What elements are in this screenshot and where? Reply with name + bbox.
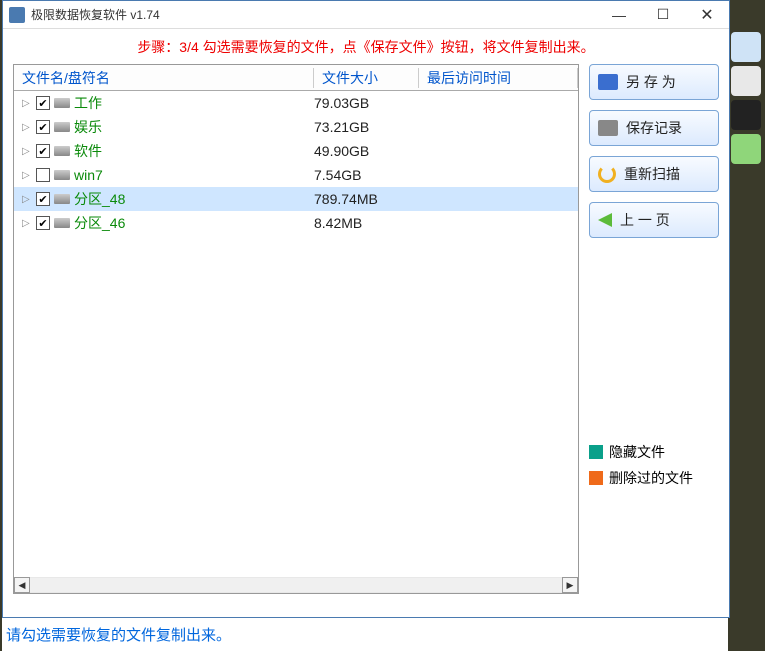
expand-icon[interactable]: ▷ [22,98,32,109]
expand-icon[interactable]: ▷ [22,146,32,157]
save-icon [598,74,618,90]
drive-icon [54,146,70,156]
table-row[interactable]: ▷ ✔ 分区_48 789.74MB [14,187,578,211]
rescan-label: 重新扫描 [624,164,680,184]
tray-icon-qq[interactable] [731,100,761,130]
drive-icon [54,98,70,108]
row-name: 工作 [74,93,102,113]
legend-hidden: 隐藏文件 [589,442,719,462]
legend-deleted: 删除过的文件 [589,468,719,488]
save-as-button[interactable]: 另 存 为 [589,64,719,100]
horizontal-scrollbar[interactable]: ◀ ▶ [14,577,578,593]
expand-icon[interactable]: ▷ [22,194,32,205]
back-button[interactable]: 上 一 页 [589,202,719,238]
step-message: 步骤：3/4 勾选需要恢复的文件，点《保存文件》按钮，将文件复制出来。 [137,37,594,57]
drive-icon [54,218,70,228]
row-checkbox[interactable]: ✔ [36,216,50,230]
save-log-button[interactable]: 保存记录 [589,110,719,146]
tray-icon-1[interactable] [731,32,761,62]
status-bar: 请勾选需要恢复的文件复制出来。 [2,618,728,651]
side-panel: 另 存 为 保存记录 重新扫描 上 一 页 隐藏文件 [589,64,719,594]
window-title: 极限数据恢复软件 v1.74 [31,6,597,23]
table-row[interactable]: ▷ ✔ 分区_46 8.42MB [14,211,578,235]
legend-deleted-label: 删除过的文件 [609,468,693,488]
app-icon [9,7,25,23]
column-headers: 文件名/盘符名 文件大小 最后访问时间 [14,65,578,91]
legend-deleted-swatch [589,471,603,485]
camera-icon [598,120,618,136]
scroll-left-icon[interactable]: ◀ [14,577,30,593]
rescan-button[interactable]: 重新扫描 [589,156,719,192]
drive-icon [54,170,70,180]
row-checkbox[interactable]: ✔ [36,96,50,110]
file-list-pane: 文件名/盘符名 文件大小 最后访问时间 ▷ ✔ 工作 79.03GB ▷ ✔ 娱乐 73.21… [13,64,579,594]
rescan-icon [598,165,616,183]
row-size: 789.74MB [314,191,419,207]
table-row[interactable]: ▷ ✔ 工作 79.03GB [14,91,578,115]
maximize-button[interactable]: ☐ [641,1,685,29]
row-name: 娱乐 [74,117,102,137]
legend: 隐藏文件 删除过的文件 [589,436,719,494]
save-log-label: 保存记录 [626,118,682,138]
tray-icon-4[interactable] [731,134,761,164]
scroll-right-icon[interactable]: ▶ [562,577,578,593]
row-checkbox[interactable]: ✔ [36,144,50,158]
desktop-tray [731,28,765,164]
legend-hidden-label: 隐藏文件 [609,442,665,462]
file-rows: ▷ ✔ 工作 79.03GB ▷ ✔ 娱乐 73.21GB ▷ ✔ 软件 49.90GB ▷ win7 7.… [14,91,578,577]
app-window: 极限数据恢复软件 v1.74 — ☐ ✕ 步骤：3/4 勾选需要恢复的文件，点《… [2,0,730,618]
row-size: 8.42MB [314,215,419,231]
row-size: 73.21GB [314,119,419,135]
col-name[interactable]: 文件名/盘符名 [14,68,314,88]
row-name: 分区_48 [74,189,125,209]
expand-icon[interactable]: ▷ [22,122,32,133]
row-checkbox[interactable]: ✔ [36,192,50,206]
scroll-track[interactable] [30,578,562,592]
tray-icon-2[interactable] [731,66,761,96]
row-size: 7.54GB [314,167,419,183]
row-size: 49.90GB [314,143,419,159]
back-arrow-icon [598,213,612,227]
drive-icon [54,122,70,132]
table-row[interactable]: ▷ win7 7.54GB [14,163,578,187]
row-checkbox[interactable]: ✔ [36,120,50,134]
titlebar: 极限数据恢复软件 v1.74 — ☐ ✕ [3,1,729,29]
window-controls: — ☐ ✕ [597,1,729,29]
col-size[interactable]: 文件大小 [314,68,419,88]
col-access[interactable]: 最后访问时间 [419,68,578,88]
main-content: 文件名/盘符名 文件大小 最后访问时间 ▷ ✔ 工作 79.03GB ▷ ✔ 娱乐 73.21… [3,64,729,594]
minimize-button[interactable]: — [597,1,641,29]
row-name: win7 [74,167,103,183]
drive-icon [54,194,70,204]
row-checkbox[interactable] [36,168,50,182]
table-row[interactable]: ▷ ✔ 软件 49.90GB [14,139,578,163]
row-name: 软件 [74,141,102,161]
legend-hidden-swatch [589,445,603,459]
expand-icon[interactable]: ▷ [22,170,32,181]
row-size: 79.03GB [314,95,419,111]
save-as-label: 另 存 为 [626,72,676,92]
row-name: 分区_46 [74,213,125,233]
close-button[interactable]: ✕ [685,1,729,29]
table-row[interactable]: ▷ ✔ 娱乐 73.21GB [14,115,578,139]
expand-icon[interactable]: ▷ [22,218,32,229]
step-banner: 步骤：3/4 勾选需要恢复的文件，点《保存文件》按钮，将文件复制出来。 [3,29,729,64]
back-label: 上 一 页 [620,210,670,230]
